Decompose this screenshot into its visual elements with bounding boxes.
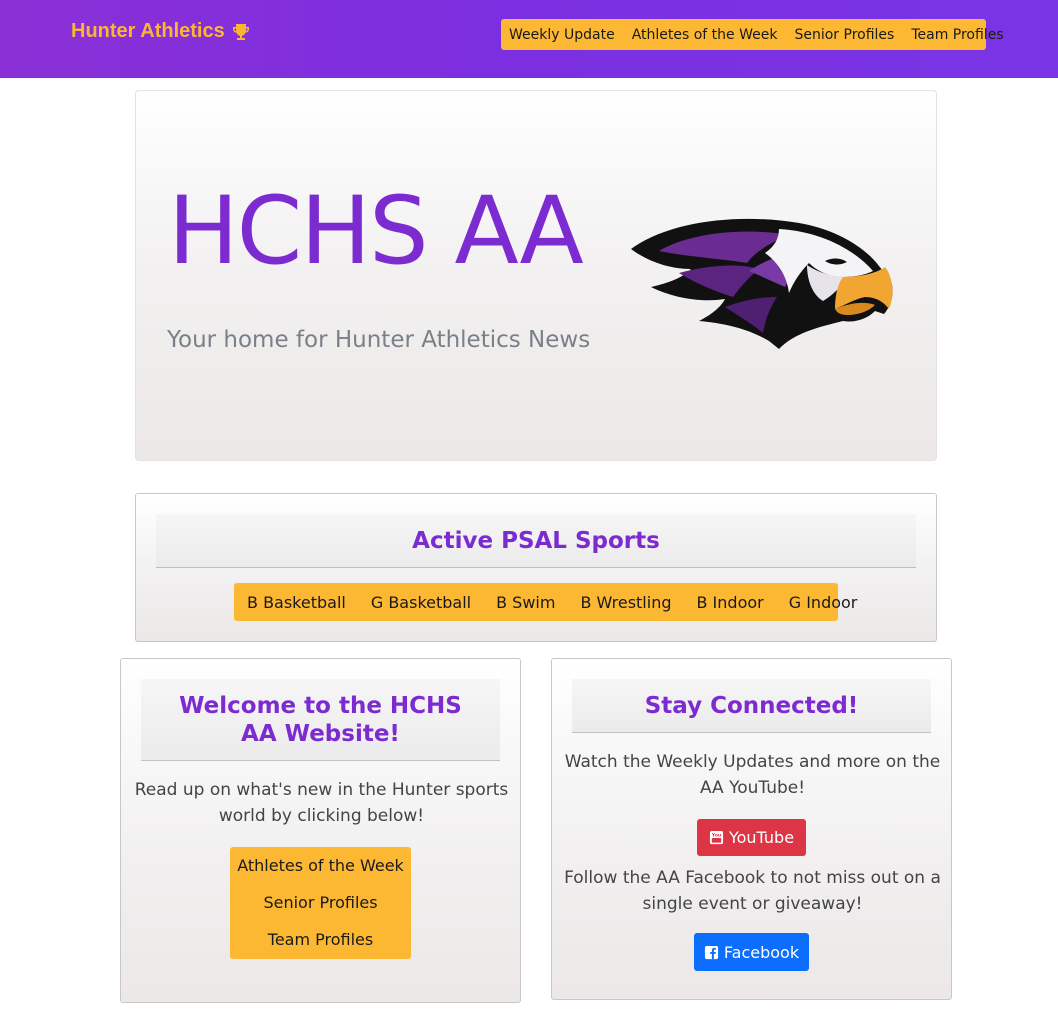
hero-subtitle: Your home for Hunter Athletics News <box>167 327 591 353</box>
welcome-text: Read up on what's new in the Hunter spor… <box>134 780 509 826</box>
sport-g-basketball[interactable]: G Basketball <box>371 593 471 612</box>
connect-card: Stay Connected! Watch the Weekly Updates… <box>551 658 952 1000</box>
youtube-button[interactable]: You YouTube <box>697 819 806 856</box>
eagle-logo <box>631 218 893 349</box>
brand-name: Hunter Athletics <box>71 20 225 42</box>
youtube-text: Watch the Weekly Updates and more on the… <box>564 752 941 798</box>
welcome-link-senior-profiles[interactable]: Senior Profiles <box>230 890 411 927</box>
welcome-card-header: Welcome to the HCHS AA Website! <box>141 679 500 761</box>
sport-g-indoor[interactable]: G Indoor <box>789 593 858 612</box>
welcome-links: Athletes of the Week Senior Profiles Tea… <box>230 847 411 959</box>
sport-b-basketball[interactable]: B Basketball <box>247 593 346 612</box>
svg-text:You: You <box>711 833 722 839</box>
sport-b-indoor[interactable]: B Indoor <box>696 593 763 612</box>
nav-senior-profiles[interactable]: Senior Profiles <box>794 27 894 43</box>
facebook-button[interactable]: Facebook <box>694 933 809 971</box>
facebook-icon <box>704 945 718 959</box>
hero-title: HCHS AA <box>168 177 584 286</box>
nav-team-profiles[interactable]: Team Profiles <box>911 27 1003 43</box>
brand-link[interactable]: Hunter Athletics <box>71 20 251 43</box>
facebook-label: Facebook <box>723 942 800 962</box>
nav-athletes-of-the-week[interactable]: Athletes of the Week <box>632 27 778 43</box>
trophy-icon <box>232 23 249 40</box>
sports-card-header: Active PSAL Sports <box>156 514 916 568</box>
navbar: Hunter Athletics Weekly Update Athletes … <box>0 0 1058 78</box>
hero-jumbotron: HCHS AA Your home for Hunter Athletics N… <box>135 90 937 461</box>
youtube-icon: You <box>709 830 724 845</box>
connect-card-header: Stay Connected! <box>572 679 931 733</box>
welcome-link-athletes-of-the-week[interactable]: Athletes of the Week <box>230 853 411 890</box>
sport-b-swim[interactable]: B Swim <box>496 593 555 612</box>
sports-card: Active PSAL Sports B Basketball G Basket… <box>135 493 937 642</box>
nav-links: Weekly Update Athletes of the Week Senio… <box>501 19 1004 50</box>
welcome-link-team-profiles[interactable]: Team Profiles <box>230 927 411 964</box>
sports-list: B Basketball G Basketball B Swim B Wrest… <box>234 583 857 621</box>
facebook-text: Follow the AA Facebook to not miss out o… <box>564 868 941 914</box>
welcome-card: Welcome to the HCHS AA Website! Read up … <box>120 658 521 1003</box>
sport-b-wrestling[interactable]: B Wrestling <box>580 593 671 612</box>
youtube-label: YouTube <box>728 828 795 847</box>
nav-weekly-update[interactable]: Weekly Update <box>509 27 615 43</box>
